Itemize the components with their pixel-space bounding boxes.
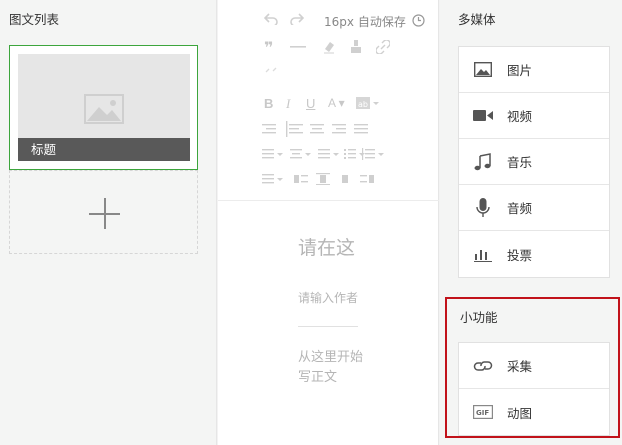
tool-item-gif[interactable]: GIF 动图 [459, 389, 609, 435]
spacing-after-icon[interactable] [318, 148, 340, 160]
multimedia-item-label: 音频 [507, 201, 533, 216]
align-center-icon[interactable] [310, 123, 324, 135]
multimedia-item-music[interactable]: 音乐 [459, 139, 609, 185]
svg-text:GIF: GIF [476, 409, 489, 417]
multimedia-item-label: 视频 [507, 109, 533, 124]
tools-title: 小功能 [460, 310, 498, 325]
tools-section-highlight: 小功能 采集 GIF 动图 [445, 297, 620, 438]
float-center-icon[interactable] [338, 173, 352, 185]
eraser-icon[interactable] [322, 40, 336, 54]
vote-chart-icon [459, 246, 507, 262]
multimedia-item-video[interactable]: 视频 [459, 93, 609, 139]
article-list-panel: 图文列表 标题 [0, 0, 217, 445]
author-input[interactable]: 请输入作者 [298, 289, 358, 306]
title-input[interactable]: 请在这 [298, 233, 355, 260]
tool-item-label: 采集 [507, 359, 533, 374]
horizontal-rule-icon[interactable] [290, 46, 306, 48]
multimedia-item-audio[interactable]: 音频 [459, 185, 609, 231]
float-right-icon[interactable] [360, 173, 374, 185]
tool-item-collect[interactable]: 采集 [459, 343, 609, 389]
undo-icon[interactable] [264, 13, 278, 25]
multimedia-item-image[interactable]: 图片 [459, 47, 609, 93]
paragraph-spacing-icon[interactable] [290, 148, 312, 160]
float-left-icon[interactable] [294, 173, 308, 185]
unlink-icon[interactable] [264, 64, 278, 76]
microphone-icon [459, 197, 507, 218]
link-collect-icon [459, 359, 507, 373]
font-color-icon[interactable]: A ▾ [328, 97, 345, 109]
autosave-label: 自动保存 [357, 15, 406, 29]
align-left-icon[interactable] [286, 121, 304, 137]
link-icon[interactable] [376, 40, 390, 54]
article-thumbnail: 标题 [18, 54, 190, 161]
background-color-icon[interactable]: ab [356, 96, 380, 110]
align-right-icon[interactable] [332, 123, 346, 135]
svg-text:ab: ab [358, 100, 368, 109]
article-list-title: 图文列表 [9, 12, 60, 27]
format-brush-icon[interactable] [350, 40, 362, 54]
multimedia-title: 多媒体 [458, 12, 496, 27]
align-justify-icon[interactable] [354, 123, 368, 135]
line-height-icon[interactable] [262, 148, 284, 160]
italic-icon[interactable]: I [286, 97, 290, 110]
multimedia-item-label: 音乐 [507, 155, 533, 170]
blockquote-icon[interactable]: ❞ [264, 40, 273, 56]
video-icon [459, 109, 507, 122]
indent-icon[interactable] [262, 123, 276, 135]
editor-panel: 16px 自动保存 ❞ B I U A ▾ ab 请在这 请输入作者 从这里开始… [218, 0, 439, 445]
clock-icon [412, 12, 425, 31]
redo-icon[interactable] [290, 13, 304, 25]
underline-icon[interactable]: U [306, 97, 315, 110]
add-article-button[interactable] [9, 170, 198, 254]
gif-icon: GIF [459, 405, 507, 419]
tool-item-label: 动图 [507, 405, 533, 421]
multimedia-item-label: 图片 [507, 63, 533, 78]
float-none-icon[interactable] [316, 173, 330, 185]
multimedia-list: 图片 视频 音乐 音频 投票 [458, 46, 610, 278]
article-card-selected[interactable]: 标题 [9, 45, 198, 170]
article-caption: 标题 [18, 138, 190, 161]
image-icon [459, 62, 507, 77]
list-style-icon[interactable] [262, 173, 284, 185]
font-size-value[interactable]: 16px 自动保存 [324, 13, 406, 30]
bold-icon[interactable]: B [264, 97, 273, 110]
multimedia-item-label: 投票 [507, 247, 533, 263]
unordered-list-icon[interactable] [360, 148, 384, 160]
body-input[interactable]: 从这里开始写正文 [298, 348, 368, 388]
toolbar-divider [218, 200, 439, 201]
media-panel: 多媒体 图片 视频 音乐 音频 投票 小功能 采集 GIF 动图 [440, 0, 622, 445]
multimedia-item-vote[interactable]: 投票 [459, 231, 609, 277]
author-divider [298, 326, 358, 327]
music-icon [459, 152, 507, 171]
tools-list: 采集 GIF 动图 [458, 342, 610, 436]
image-placeholder-icon [84, 94, 124, 128]
